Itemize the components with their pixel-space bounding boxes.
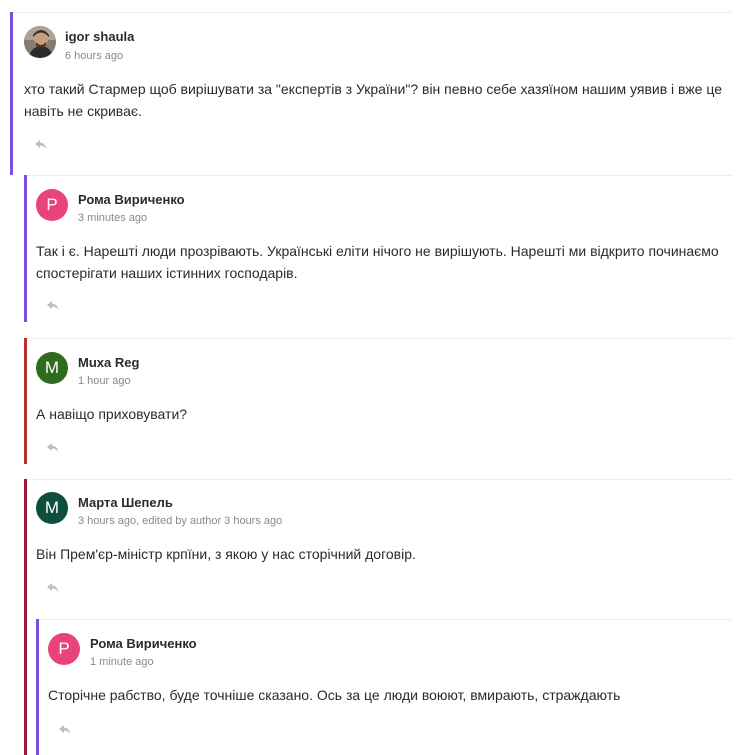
avatar[interactable]: M	[36, 352, 68, 384]
comment-timestamp[interactable]: 3 minutes ago	[78, 212, 147, 224]
avatar[interactable]: M	[36, 492, 68, 524]
avatar[interactable]	[24, 26, 56, 58]
comment-text: А навіщо приховувати?	[36, 406, 188, 422]
divider	[10, 12, 733, 13]
comment-author[interactable]: Рома Вириченко	[90, 636, 197, 651]
reply-icon[interactable]	[46, 299, 60, 311]
avatar[interactable]: P	[48, 633, 80, 665]
thread-accent-bar	[24, 479, 27, 755]
comment-timestamp[interactable]: 1 minute ago	[90, 656, 154, 668]
comment-author[interactable]: Muxa Reg	[78, 355, 139, 370]
reply-icon[interactable]	[46, 441, 60, 453]
reply-icon[interactable]	[58, 723, 72, 735]
thread-accent-bar	[10, 12, 13, 175]
comment: igor shaula 6 hours ago хто такий Старме…	[10, 12, 733, 175]
comment: P Рома Вириченко 3 minutes ago Так і є. …	[24, 175, 733, 322]
divider	[36, 619, 733, 620]
reply-icon[interactable]	[46, 581, 60, 593]
comment-author[interactable]: Рома Вириченко	[78, 192, 185, 207]
comment-text: хто такий Стармер щоб вирішувати за "екс…	[24, 81, 723, 119]
reply-icon[interactable]	[34, 138, 48, 150]
divider	[24, 479, 733, 480]
comment-text: Так і є. Нарешті люди прозрівають. Украї…	[36, 243, 719, 281]
divider	[24, 338, 733, 339]
comment: M Muxa Reg 1 hour ago А навіщо приховува…	[24, 338, 733, 464]
comment-text: Він Прем'єр-міністр крпїни, з якою у нас…	[36, 546, 416, 562]
comment-author[interactable]: igor shaula	[65, 29, 134, 44]
comment: P Рома Вириченко 1 minute ago Сторічне р…	[36, 619, 733, 755]
comment-author[interactable]: Марта Шепель	[78, 495, 173, 510]
comment-timestamp[interactable]: 1 hour ago	[78, 375, 131, 387]
avatar[interactable]: P	[36, 189, 68, 221]
comment-timestamp[interactable]: 3 hours ago, edited by author 3 hours ag…	[78, 515, 282, 527]
thread-accent-bar	[24, 338, 27, 464]
comment-timestamp[interactable]: 6 hours ago	[65, 50, 123, 62]
thread-accent-bar	[24, 175, 27, 322]
comment-text: Сторічне рабство, буде точніше сказано. …	[48, 687, 621, 703]
thread-accent-bar	[36, 619, 39, 755]
divider	[24, 175, 733, 176]
